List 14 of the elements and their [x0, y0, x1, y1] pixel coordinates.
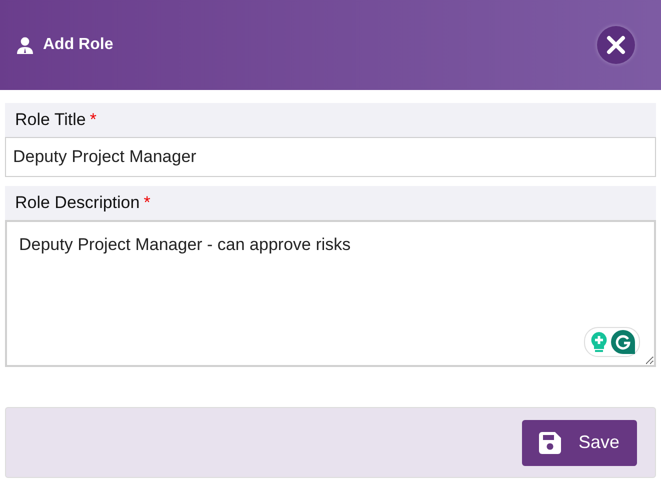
title-field[interactable]: Deputy Project Manager: [5, 137, 656, 177]
close-icon: [606, 35, 626, 55]
field-label: Role Title: [15, 109, 86, 132]
field-label: Role Description: [15, 192, 140, 214]
lightbulb-icon: [590, 331, 608, 353]
grammarly-widget[interactable]: [584, 327, 640, 357]
close-button[interactable]: [597, 26, 635, 64]
user-icon: [17, 36, 33, 54]
required-mark: *: [144, 192, 150, 214]
description-field[interactable]: Deputy Project Manager - can approve risks: [5, 220, 656, 367]
dialog-title: Add Role: [43, 35, 114, 55]
save-button[interactable]: Save: [522, 420, 637, 466]
required-mark: *: [90, 109, 96, 132]
grammarly-logo-icon: [610, 330, 634, 354]
